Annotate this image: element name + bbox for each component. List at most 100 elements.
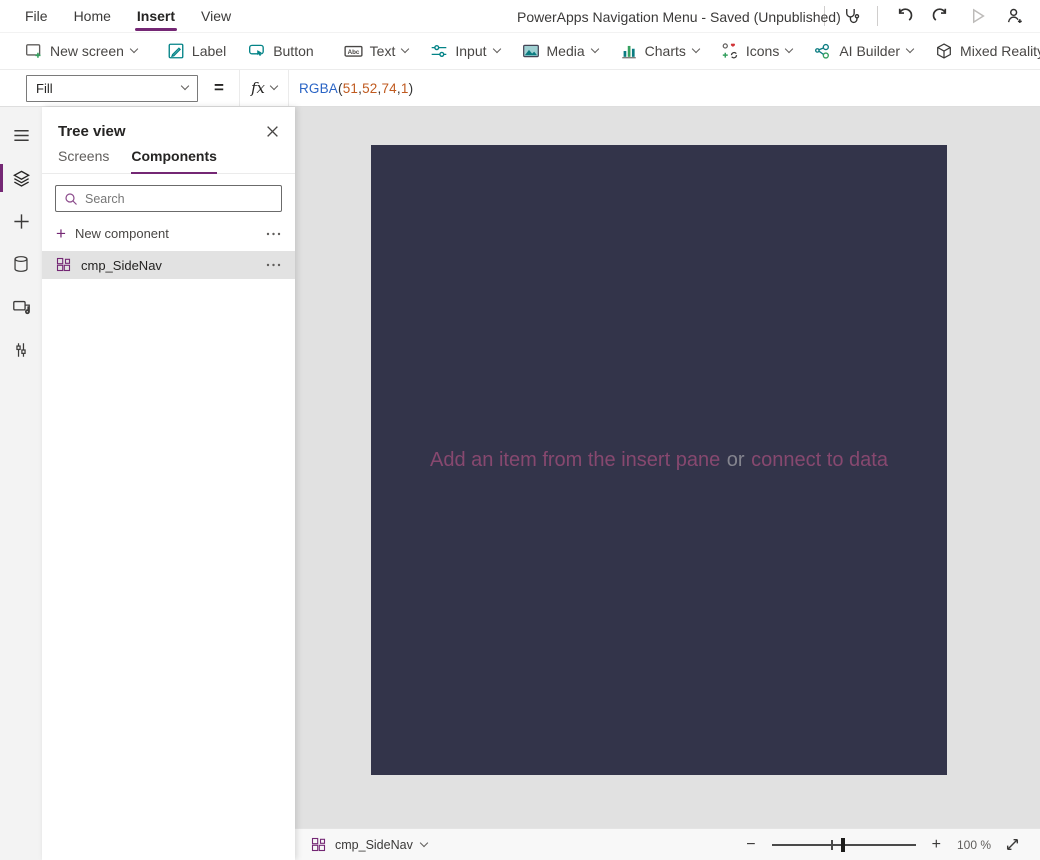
formula-token: RGBA [298,80,339,96]
menu-icon[interactable] [0,120,42,150]
status-bar: cmp_SideNav − + 100 % [295,828,1040,860]
tree-view-header: Tree view [42,107,295,148]
zoom-slider-handle[interactable] [840,837,845,852]
more-options-button[interactable] [266,232,281,236]
ribbon-mixed-reality[interactable]: Mixed Reality [924,33,1040,69]
chevron-down-icon [691,44,701,54]
fit-to-window-icon[interactable] [1005,837,1020,852]
ribbon-text[interactable]: Abc Text [333,33,420,69]
tree-view-panel: Tree view Screens Components Search + Ne… [42,107,295,860]
share-user-icon[interactable] [1004,5,1026,27]
chevron-down-icon [905,44,915,54]
close-icon[interactable] [266,125,279,138]
tree-view-title: Tree view [58,123,126,140]
search-icon [64,192,78,206]
chevron-down-icon [492,44,501,54]
ribbon-media[interactable]: Media [511,33,609,69]
chevron-down-icon [419,838,429,847]
chevron-down-icon [590,44,599,54]
chevron-down-icon [785,44,794,54]
search-box [55,185,282,212]
menu-tabs: File Home Insert View [0,0,231,32]
left-rail [0,107,42,860]
ribbon-label: New screen [50,43,124,59]
connect-to-data-link[interactable]: connect to data [751,449,888,471]
ribbon-new-screen[interactable]: New screen [14,33,148,69]
selected-component-name: cmp_SideNav [335,837,413,852]
menubar-actions [824,5,1040,27]
formula-token: ) [408,80,414,96]
ribbon-label: Charts [644,43,686,59]
formula-bar: Fill = fx RGBA(51,52,74,1) [0,70,1040,107]
property-select-value: Fill [36,80,53,96]
menu-tab-view[interactable]: View [201,0,231,32]
tab-screens[interactable]: Screens [58,148,109,173]
ribbon-ai-builder[interactable]: AI Builder [803,33,924,69]
label-pencil-icon [167,42,185,60]
formula-token: 74 [381,80,397,96]
new-component-label: New component [74,226,169,241]
ribbon-label-control[interactable]: Label [156,33,237,69]
zoom-level-label: 100 % [956,837,991,852]
or-word: or [726,448,745,471]
formula-token: 52 [362,80,378,96]
tree-view-tabs: Screens Components [42,148,295,174]
text-abc-icon: Abc [344,42,363,60]
zoom-slider[interactable] [771,837,916,853]
ribbon-button-control[interactable]: Button [237,33,324,69]
chevron-down-icon [269,81,279,91]
ribbon-input[interactable]: Input [419,33,510,69]
icons-grid-icon [721,42,739,60]
insert-ribbon: New screen Label Button Abc Text Input M… [0,33,1040,70]
component-canvas[interactable]: Add an item from the insert pane or connec… [371,145,947,775]
equals-sign: = [214,78,224,97]
zoom-slider-center-tick [830,839,833,850]
ribbon-charts[interactable]: Charts [609,33,710,69]
play-preview-icon[interactable] [967,5,989,27]
zoom-controls: − + 100 % [744,836,1020,853]
tree-view-icon[interactable] [0,163,42,193]
app-title: PowerApps Navigation Menu - Saved (Unpub… [517,8,841,25]
studio-body: Tree view Screens Components Search + Ne… [0,107,1040,860]
new-screen-icon [25,42,43,60]
component-item-cmp-sidenav[interactable]: cmp_SideNav [42,251,295,279]
undo-icon[interactable] [893,5,915,27]
ribbon-label: Icons [745,43,780,59]
zoom-out-button[interactable]: − [744,836,757,853]
fx-button[interactable]: fx [238,70,289,106]
tab-components[interactable]: Components [131,148,217,174]
ribbon-icons[interactable]: Icons [710,33,803,69]
separator [877,6,878,26]
insert-pane-link[interactable]: Add an item from the insert pane [430,449,720,471]
button-icon [248,42,266,60]
selected-component-selector[interactable]: cmp_SideNav [311,837,429,853]
app-checker-icon[interactable] [840,5,862,27]
new-component-button[interactable]: + New component [42,220,295,247]
component-icon [311,837,327,853]
media-icon[interactable] [0,292,42,322]
property-select[interactable]: Fill [26,74,198,102]
insert-plus-icon[interactable] [0,206,42,236]
menu-tab-home[interactable]: Home [74,0,111,32]
empty-canvas-hint: Add an item from the insert pane or connec… [430,449,888,472]
charts-bar-icon [620,42,638,60]
media-image-icon [522,42,540,60]
zoom-in-button[interactable]: + [930,836,943,853]
menu-tab-file[interactable]: File [25,0,48,32]
formula-input[interactable]: RGBA(51,52,74,1) [289,81,413,96]
advanced-tools-icon[interactable] [0,335,42,365]
menubar: File Home Insert View PowerApps Navigati… [0,0,1040,33]
formula-token: 51 [342,80,359,96]
component-name: cmp_SideNav [81,257,162,273]
more-options-button[interactable] [266,263,281,267]
menu-tab-insert[interactable]: Insert [134,0,178,32]
search-input[interactable] [85,191,273,206]
chevron-down-icon [401,44,410,54]
ribbon-label: Button [273,43,314,59]
ribbon-label: Mixed Reality [960,43,1040,59]
canvas-area: Add an item from the insert pane or connec… [295,107,1040,860]
data-sources-icon[interactable] [0,249,42,279]
redo-icon[interactable] [930,5,952,27]
ai-builder-icon [814,42,832,60]
ribbon-label: Input [455,43,487,59]
